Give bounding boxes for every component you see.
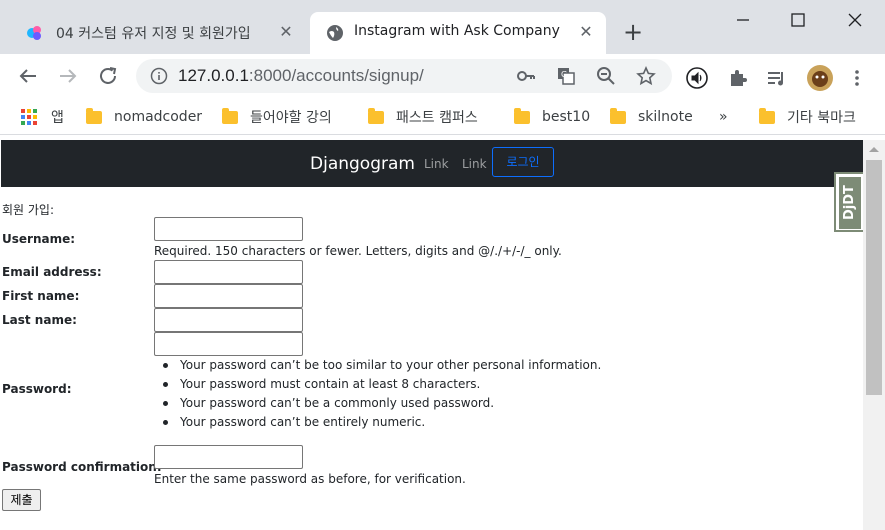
email-input[interactable]: [154, 260, 303, 284]
url-text: 127.0.0.1:8000/accounts/signup/: [178, 66, 424, 85]
audio-extension-icon[interactable]: [686, 67, 708, 89]
folder-icon: [368, 107, 384, 124]
scrollbar-thumb[interactable]: [866, 160, 882, 395]
maximize-icon[interactable]: [786, 8, 810, 32]
username-help-text: Required. 150 characters or fewer. Lette…: [154, 244, 562, 258]
close-icon[interactable]: ✕: [276, 22, 296, 42]
apps-grid-icon: [21, 109, 37, 125]
username-input[interactable]: [154, 217, 303, 241]
svg-text:G: G: [561, 70, 567, 79]
key-icon[interactable]: [516, 66, 536, 86]
list-item: Your password must contain at least 8 ch…: [162, 375, 601, 394]
list-item: Your password can’t be a commonly used p…: [162, 394, 601, 413]
folder-icon: [610, 107, 626, 124]
bookmarks-overflow-button[interactable]: »: [719, 106, 728, 128]
first-name-label: First name:: [2, 289, 80, 303]
password-confirmation-label: Password confirmation:: [2, 460, 162, 474]
bookmark-skilnote[interactable]: skilnote: [610, 106, 693, 128]
bookmark-fastcampus[interactable]: 패스트 캠퍼스: [368, 106, 478, 128]
close-icon[interactable]: ✕: [576, 22, 596, 42]
folder-icon: [222, 107, 238, 124]
profile-avatar[interactable]: [806, 64, 834, 92]
djdt-label: DjDT: [839, 177, 861, 229]
form-title: 회원 가입:: [2, 203, 55, 217]
first-name-input[interactable]: [154, 284, 303, 308]
site-favicon-icon: [27, 26, 41, 40]
page-scrollbar[interactable]: [863, 140, 885, 530]
new-tab-plus-icon[interactable]: +: [620, 20, 646, 46]
bookmark-other[interactable]: 기타 북마크: [759, 106, 856, 128]
nav-link-2[interactable]: Link: [462, 157, 487, 171]
reload-icon[interactable]: [96, 64, 120, 88]
minimize-icon[interactable]: [731, 8, 755, 32]
bookmark-label: nomadcoder: [114, 109, 203, 125]
password-label: Password:: [2, 382, 72, 396]
scroll-up-arrow-icon[interactable]: [869, 147, 879, 152]
bookmark-best10[interactable]: best10: [514, 106, 590, 128]
list-item: Your password can’t be entirely numeric.: [162, 413, 601, 432]
login-button[interactable]: 로그인: [492, 147, 554, 177]
bookmark-star-icon[interactable]: [636, 66, 656, 86]
tab-title: 04 커스텀 유저 지정 및 회원가입: [56, 26, 251, 42]
bookmark-apps[interactable]: 앱: [21, 106, 64, 128]
navbar-brand[interactable]: Djangogram: [310, 154, 415, 174]
nav-link-1[interactable]: Link: [424, 157, 449, 171]
folder-icon: [759, 107, 775, 124]
tab-title: Instagram with Ask Company: [354, 23, 560, 39]
address-bar[interactable]: 127.0.0.1:8000/accounts/signup/ G: [136, 59, 672, 93]
bookmark-nomadcoder[interactable]: nomadcoder: [86, 106, 202, 128]
django-debug-toolbar-handle[interactable]: DjDT: [834, 172, 863, 232]
tab-instagram[interactable]: Instagram with Ask Company ✕: [310, 12, 606, 54]
extensions-puzzle-icon[interactable]: [727, 67, 749, 89]
page-viewport: Djangogram Link Link 로그인 DjDT 회원 가입: Use…: [1, 140, 863, 530]
bookmark-label: best10: [542, 109, 591, 125]
submit-button[interactable]: 제출: [2, 489, 41, 511]
password-confirmation-help-text: Enter the same password as before, for v…: [154, 472, 466, 486]
globe-icon: [327, 25, 343, 41]
more-menu-icon[interactable]: [846, 67, 868, 89]
site-navbar: Djangogram Link Link 로그인: [1, 140, 863, 187]
last-name-label: Last name:: [2, 313, 77, 327]
username-label: Username:: [2, 232, 76, 246]
browser-titlebar: 04 커스텀 유저 지정 및 회원가입 ✕ Instagram with Ask…: [0, 0, 885, 54]
forward-arrow-icon[interactable]: [56, 64, 80, 88]
media-queue-icon[interactable]: [765, 67, 787, 89]
bookmark-label: 기타 북마크: [787, 110, 856, 126]
site-info-icon[interactable]: [150, 67, 168, 85]
email-label: Email address:: [2, 265, 102, 279]
bookmark-label: skilnote: [638, 109, 693, 125]
password-input[interactable]: [154, 332, 303, 356]
bookmark-label: 패스트 캠퍼스: [396, 110, 478, 126]
zoom-out-icon[interactable]: [596, 66, 616, 86]
browser-toolbar: 127.0.0.1:8000/accounts/signup/ G: [0, 54, 885, 99]
tab-signup-lesson[interactable]: 04 커스텀 유저 지정 및 회원가입 ✕: [10, 12, 306, 54]
bookmarks-bar: 앱 nomadcoder 들어야할 강의 패스트 캠퍼스 best10 skil…: [0, 99, 885, 135]
back-arrow-icon[interactable]: [16, 64, 40, 88]
folder-icon: [514, 107, 530, 124]
bookmark-label: 앱: [51, 110, 64, 126]
password-confirmation-input[interactable]: [154, 445, 303, 469]
window-close-icon[interactable]: [843, 8, 867, 32]
folder-icon: [86, 107, 102, 124]
bookmark-label: 들어야할 강의: [250, 110, 332, 126]
last-name-input[interactable]: [154, 308, 303, 332]
translate-icon[interactable]: G: [556, 66, 576, 86]
bookmark-label: »: [719, 109, 728, 125]
password-rules-list: Your password can’t be too similar to yo…: [162, 356, 601, 432]
bookmark-lectures[interactable]: 들어야할 강의: [222, 106, 332, 128]
list-item: Your password can’t be too similar to yo…: [162, 356, 601, 375]
